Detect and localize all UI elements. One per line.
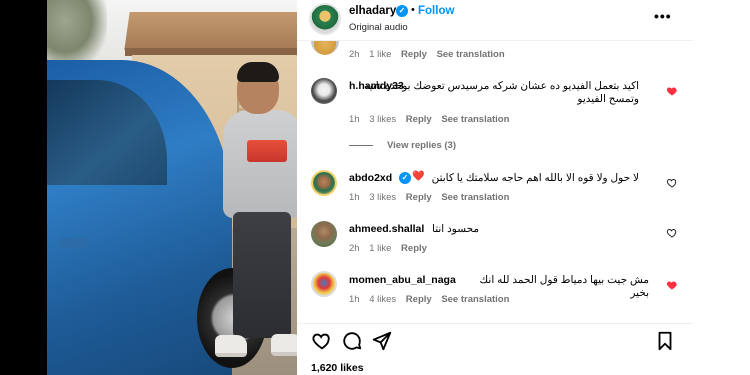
reply-button[interactable]: Reply [406,114,432,125]
comment-meta: 1h 4 likes Reply See translation [349,294,510,305]
person [223,110,297,218]
follow-button[interactable]: Follow [418,5,454,17]
reply-button[interactable]: Reply [406,192,432,203]
verified-badge-icon: ✓ [396,5,408,17]
comment-avatar[interactable] [311,271,337,297]
more-options-icon[interactable]: ••• [654,8,672,24]
comment-username[interactable]: momen_abu_al_naga [349,274,456,286]
heart-icon[interactable] [666,227,678,239]
comment-meta: 1h 3 likes Reply See translation [349,114,510,125]
comment-text: لا حول ولا قوه الا بالله اهم حاجه سلامتك… [431,172,639,184]
owner-username[interactable]: elhadary [349,5,396,17]
see-translation-button[interactable]: See translation [441,114,509,125]
separator-dot: • [411,4,415,16]
comment-text: محسود انتا [432,223,479,235]
comment-text: اكيد بتعمل الفيديو ده عشان شركه مرسيدس ت… [363,80,639,105]
comment-meta: 2h 1 like Reply See translation [349,49,505,60]
reply-button[interactable]: Reply [401,49,427,60]
see-translation-button[interactable]: See translation [441,192,509,203]
audio-label[interactable]: Original audio [349,22,408,33]
heart-icon[interactable] [666,177,678,189]
heart-icon[interactable] [666,279,678,291]
comment-avatar[interactable] [311,221,337,247]
owner-avatar[interactable] [309,3,341,35]
verified-badge-icon: ✓ [399,172,411,184]
comment-meta: 2h 1 like Reply [349,243,427,254]
comment-avatar[interactable] [311,41,339,55]
reply-button[interactable]: Reply [401,243,427,254]
bookmark-icon[interactable] [654,330,676,352]
view-replies-button[interactable]: View replies (3) [349,140,456,151]
comment-username[interactable]: ahmeed.shallal [349,223,424,235]
post-video[interactable] [47,0,297,375]
likes-count[interactable]: 1,620 likes [311,362,364,374]
see-translation-button[interactable]: See translation [441,294,509,305]
action-bar [297,324,693,358]
red-heart-emoji: ❤️ [412,171,425,182]
heart-icon[interactable] [666,85,678,97]
post-panel: elhadary ✓ • Follow Original audio ••• 2… [297,0,750,375]
reply-button[interactable]: Reply [406,294,432,305]
comment-meta: 1h 3 likes Reply See translation [349,192,510,203]
comment-avatar[interactable] [311,170,337,196]
comment-icon[interactable] [341,330,363,352]
see-translation-button[interactable]: See translation [437,49,505,60]
comment-username[interactable]: abdo2xd [349,172,392,184]
comments-list: 2h 1 like Reply See translation h.hamdy3… [297,41,693,323]
send-icon[interactable] [371,330,393,352]
post-header: elhadary ✓ • Follow Original audio ••• [297,0,693,40]
left-background [0,0,47,375]
comment-avatar[interactable] [311,78,337,104]
heart-icon[interactable] [311,330,333,352]
